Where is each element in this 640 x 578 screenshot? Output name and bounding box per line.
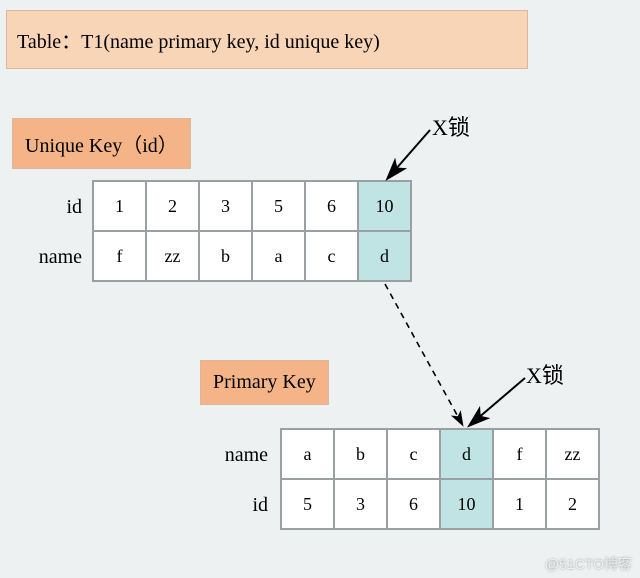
cell: c [387, 429, 440, 479]
cell: 10 [440, 479, 493, 529]
primary-name-row-label: name [208, 444, 268, 467]
cell: 3 [334, 479, 387, 529]
unique-id-row-label: id [22, 196, 82, 219]
primary-id-row-label: id [208, 494, 268, 517]
primary-key-table: abcdfzz 5361012 [280, 428, 600, 530]
cell: f [493, 429, 546, 479]
watermark: @51CTO博客 [545, 554, 632, 574]
cell: b [199, 231, 252, 281]
cell: d [358, 231, 411, 281]
cell: zz [546, 429, 599, 479]
cell: 5 [252, 181, 305, 231]
cell: d [440, 429, 493, 479]
primary-key-label-box: Primary Key [200, 360, 329, 405]
cell: 1 [93, 181, 146, 231]
cell: 6 [305, 181, 358, 231]
dashed-link-d-to-d [385, 284, 462, 424]
primary-key-lock-label: X锁 [526, 358, 564, 390]
cell: b [334, 429, 387, 479]
cell: 6 [387, 479, 440, 529]
unique-key-lock-label: X锁 [432, 110, 470, 142]
cell: zz [146, 231, 199, 281]
title-text: Table：T1(name primary key, id unique key… [17, 31, 380, 53]
unique-key-table: 1235610 fzzbacd [92, 180, 412, 282]
cell: 10 [358, 181, 411, 231]
unique-key-label: Unique Key（id） [25, 135, 178, 157]
arrow-to-unique-lock [388, 130, 430, 178]
unique-key-label-box: Unique Key（id） [12, 118, 191, 169]
cell: 2 [146, 181, 199, 231]
title-box: Table：T1(name primary key, id unique key… [6, 10, 528, 69]
cell: c [305, 231, 358, 281]
cell: 1 [493, 479, 546, 529]
cell: a [252, 231, 305, 281]
cell: 3 [199, 181, 252, 231]
cell: a [281, 429, 334, 479]
primary-key-label: Primary Key [213, 371, 316, 393]
cell: f [93, 231, 146, 281]
arrow-to-primary-lock [470, 378, 525, 425]
cell: 5 [281, 479, 334, 529]
cell: 2 [546, 479, 599, 529]
unique-name-row-label: name [22, 246, 82, 269]
